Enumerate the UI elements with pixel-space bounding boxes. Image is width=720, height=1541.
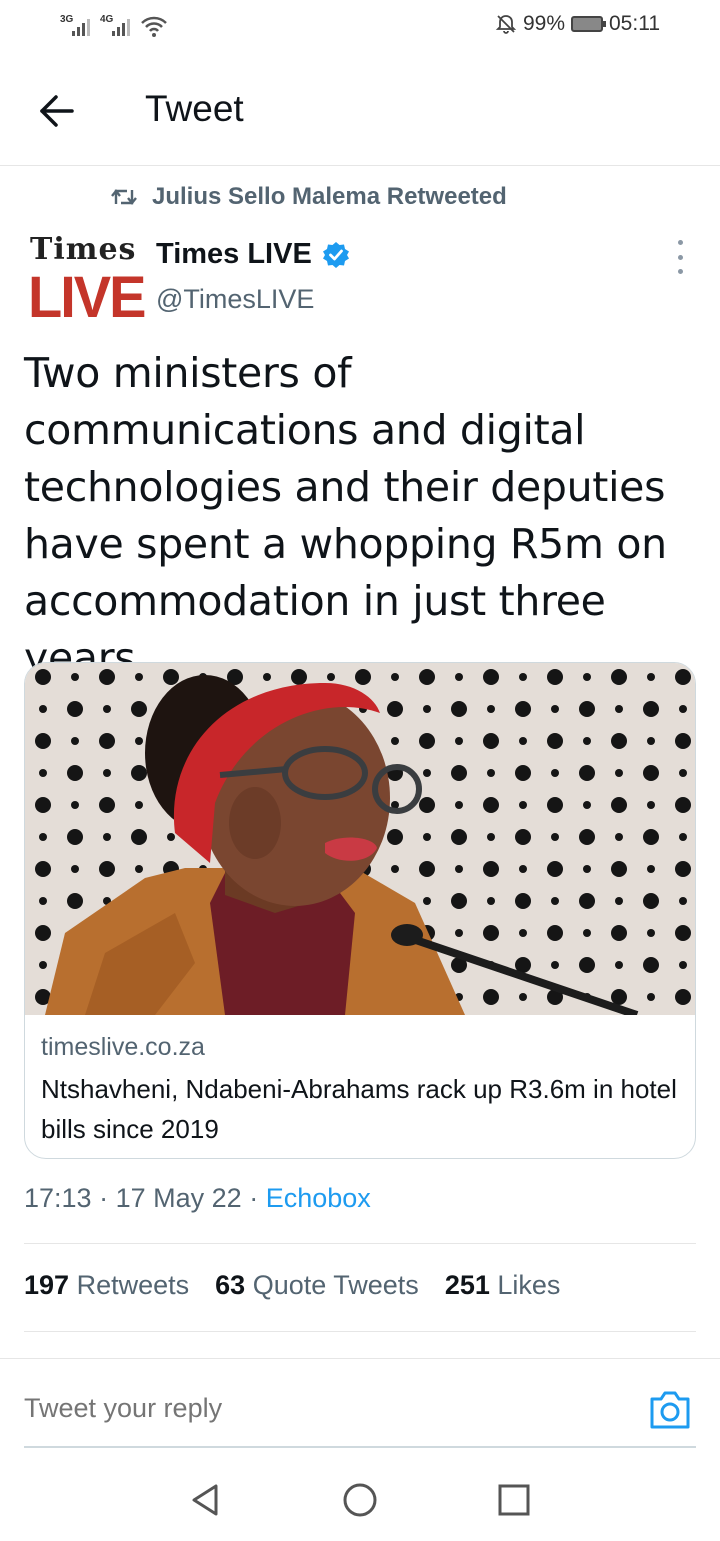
arrow-left-icon[interactable] xyxy=(32,86,82,136)
author-name-text: Times LIVE xyxy=(156,238,312,270)
tweet-time: 17:13 xyxy=(24,1183,92,1213)
tweet-date: 17 May 22 xyxy=(115,1183,242,1213)
camera-icon[interactable] xyxy=(648,1389,692,1431)
card-image xyxy=(25,663,695,1015)
circle-home-icon[interactable] xyxy=(340,1480,380,1520)
quotes-label: Quote Tweets xyxy=(252,1270,419,1300)
link-card[interactable]: timeslive.co.za Ntshavheni, Ndabeni-Abra… xyxy=(24,662,696,1159)
signal-bars-2-icon xyxy=(112,16,130,36)
reply-input[interactable] xyxy=(24,1393,544,1424)
retweets-label: Retweets xyxy=(76,1270,190,1300)
card-title: Ntshavheni, Ndabeni-Abrahams rack up R3.… xyxy=(41,1074,677,1144)
verified-badge-icon xyxy=(322,241,349,268)
card-photo xyxy=(25,663,695,1015)
author-name[interactable]: Times LIVE xyxy=(156,238,350,271)
likes-count: 251 xyxy=(444,1270,490,1300)
avatar-logo-bottom: LIVE xyxy=(28,263,146,330)
retweets-stat[interactable]: 197 Retweets xyxy=(24,1270,189,1301)
system-nav-bar xyxy=(0,1460,720,1541)
retweet-context-label: Julius Sello Malema Retweeted xyxy=(152,183,507,210)
quote-tweets-stat[interactable]: 63 Quote Tweets xyxy=(215,1270,419,1301)
quotes-count: 63 xyxy=(215,1270,246,1300)
avatar[interactable]: Times LIVE xyxy=(24,230,146,330)
card-domain: timeslive.co.za xyxy=(41,1033,205,1061)
retweets-count: 197 xyxy=(24,1270,70,1300)
signal-bars-1-icon xyxy=(72,16,90,36)
retweet-context[interactable]: Julius Sello Malema Retweeted xyxy=(110,183,507,211)
meta-separator: · xyxy=(99,1183,116,1213)
reply-underline xyxy=(24,1446,696,1448)
bell-muted-icon xyxy=(495,15,517,34)
author-handle[interactable]: @TimesLIVE xyxy=(156,284,314,315)
square-recents-icon[interactable] xyxy=(494,1480,534,1520)
more-vertical-icon[interactable] xyxy=(670,240,690,274)
tweet-source-link[interactable]: Echobox xyxy=(266,1183,371,1213)
header: Tweet xyxy=(0,56,720,166)
retweet-icon xyxy=(111,189,137,205)
tweet-meta: 17:13 · 17 May 22 · Echobox xyxy=(24,1183,371,1214)
divider xyxy=(24,1331,696,1332)
likes-stat[interactable]: 251 Likes xyxy=(445,1270,561,1301)
reply-bar xyxy=(0,1358,720,1448)
triangle-back-icon[interactable] xyxy=(186,1480,226,1520)
wifi-icon xyxy=(141,16,167,37)
page-title: Tweet xyxy=(145,88,244,129)
divider xyxy=(24,1243,696,1244)
clock: 05:11 xyxy=(609,12,660,35)
likes-label: Likes xyxy=(497,1270,561,1300)
battery-icon xyxy=(571,16,606,32)
tweet-stats: 197 Retweets 63 Quote Tweets 251 Likes xyxy=(24,1270,560,1301)
status-bar: 3G 4G 99% 05:11 xyxy=(0,0,720,56)
meta-separator: · xyxy=(249,1183,266,1213)
battery-percent: 99% xyxy=(522,12,565,35)
status-right: 99% 05:11 xyxy=(495,12,660,36)
tweet-text: Two ministers of communications and digi… xyxy=(24,349,667,682)
